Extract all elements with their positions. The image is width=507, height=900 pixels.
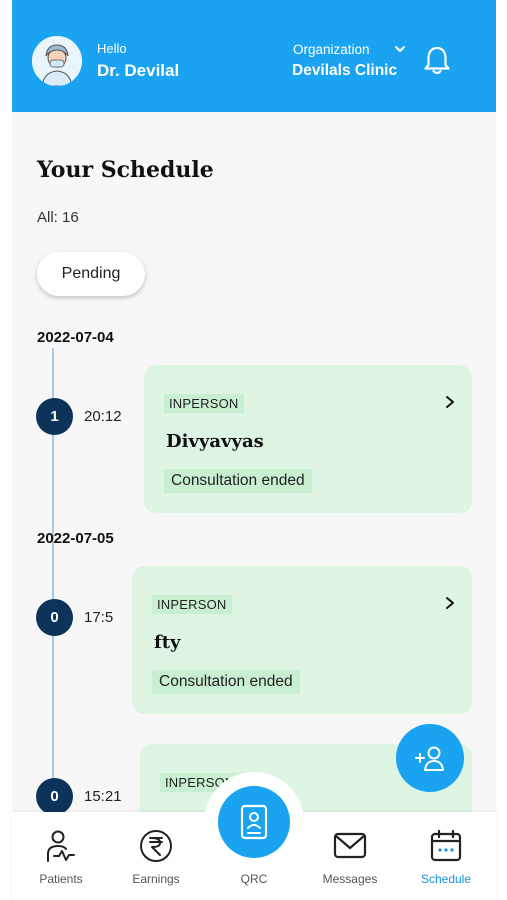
date-header: 2022-07-04 — [37, 329, 114, 346]
patient-name: fty — [154, 632, 181, 653]
appointment-index-badge: 0 — [36, 599, 73, 636]
doctor-name: Dr. Devilal — [97, 61, 180, 80]
patients-icon — [47, 830, 75, 862]
organization-name[interactable]: Devilals Clinic — [292, 62, 397, 80]
greeting-text: Hello — [97, 41, 127, 56]
nav-label: Earnings — [132, 872, 180, 886]
nav-label: Patients — [39, 872, 83, 886]
appointment-index-badge: 0 — [36, 778, 73, 812]
nav-label: QRC — [240, 872, 268, 886]
patient-name: Divyavyas — [166, 431, 264, 452]
chevron-right-icon[interactable] — [444, 395, 456, 409]
nav-item-earnings[interactable]: Earnings — [111, 812, 201, 900]
add-patient-button[interactable] — [396, 724, 464, 792]
rupee-icon — [140, 830, 172, 862]
appointment-status: Consultation ended — [164, 469, 312, 493]
appointment-mode-tag: INPERSON — [164, 394, 244, 413]
chevron-right-icon[interactable] — [444, 596, 456, 610]
nav-item-patients[interactable]: Patients — [16, 812, 106, 900]
appointment-mode-tag: INPERSON — [152, 595, 232, 614]
calendar-icon — [430, 829, 462, 862]
date-header: 2022-07-05 — [37, 530, 114, 547]
nav-item-messages[interactable]: Messages — [305, 812, 395, 900]
appointment-index-badge: 1 — [36, 398, 73, 435]
appointment-count: All: 16 — [37, 209, 79, 226]
nav-item-schedule[interactable]: Schedule — [401, 812, 491, 900]
chevron-down-icon[interactable] — [393, 42, 407, 56]
appointment-card[interactable]: INPERSON Divyavyas Consultation ended — [144, 365, 472, 513]
app-header: Hello Dr. Devilal Organization Devilals … — [12, 0, 496, 112]
appointment-time: 17:5 — [84, 609, 114, 626]
nav-label: Schedule — [420, 872, 472, 886]
nav-label: Messages — [322, 872, 378, 886]
appointment-time: 15:21 — [84, 788, 122, 805]
mail-icon — [333, 832, 367, 859]
doctor-avatar[interactable] — [32, 36, 82, 86]
page-title: Your Schedule — [37, 157, 214, 183]
organization-label[interactable]: Organization — [293, 42, 370, 57]
bell-icon[interactable] — [422, 44, 452, 76]
appointment-card[interactable]: INPERSON fty Consultation ended — [132, 566, 472, 714]
appointment-time: 20:12 — [84, 408, 122, 425]
schedule-content[interactable]: Your Schedule All: 16 Pending 2022-07-04… — [12, 112, 496, 812]
add-user-icon — [415, 746, 444, 771]
id-badge-icon — [240, 804, 268, 840]
qrc-button[interactable] — [218, 786, 290, 858]
appointment-status: Consultation ended — [152, 670, 300, 694]
filter-pending-chip[interactable]: Pending — [37, 252, 145, 296]
